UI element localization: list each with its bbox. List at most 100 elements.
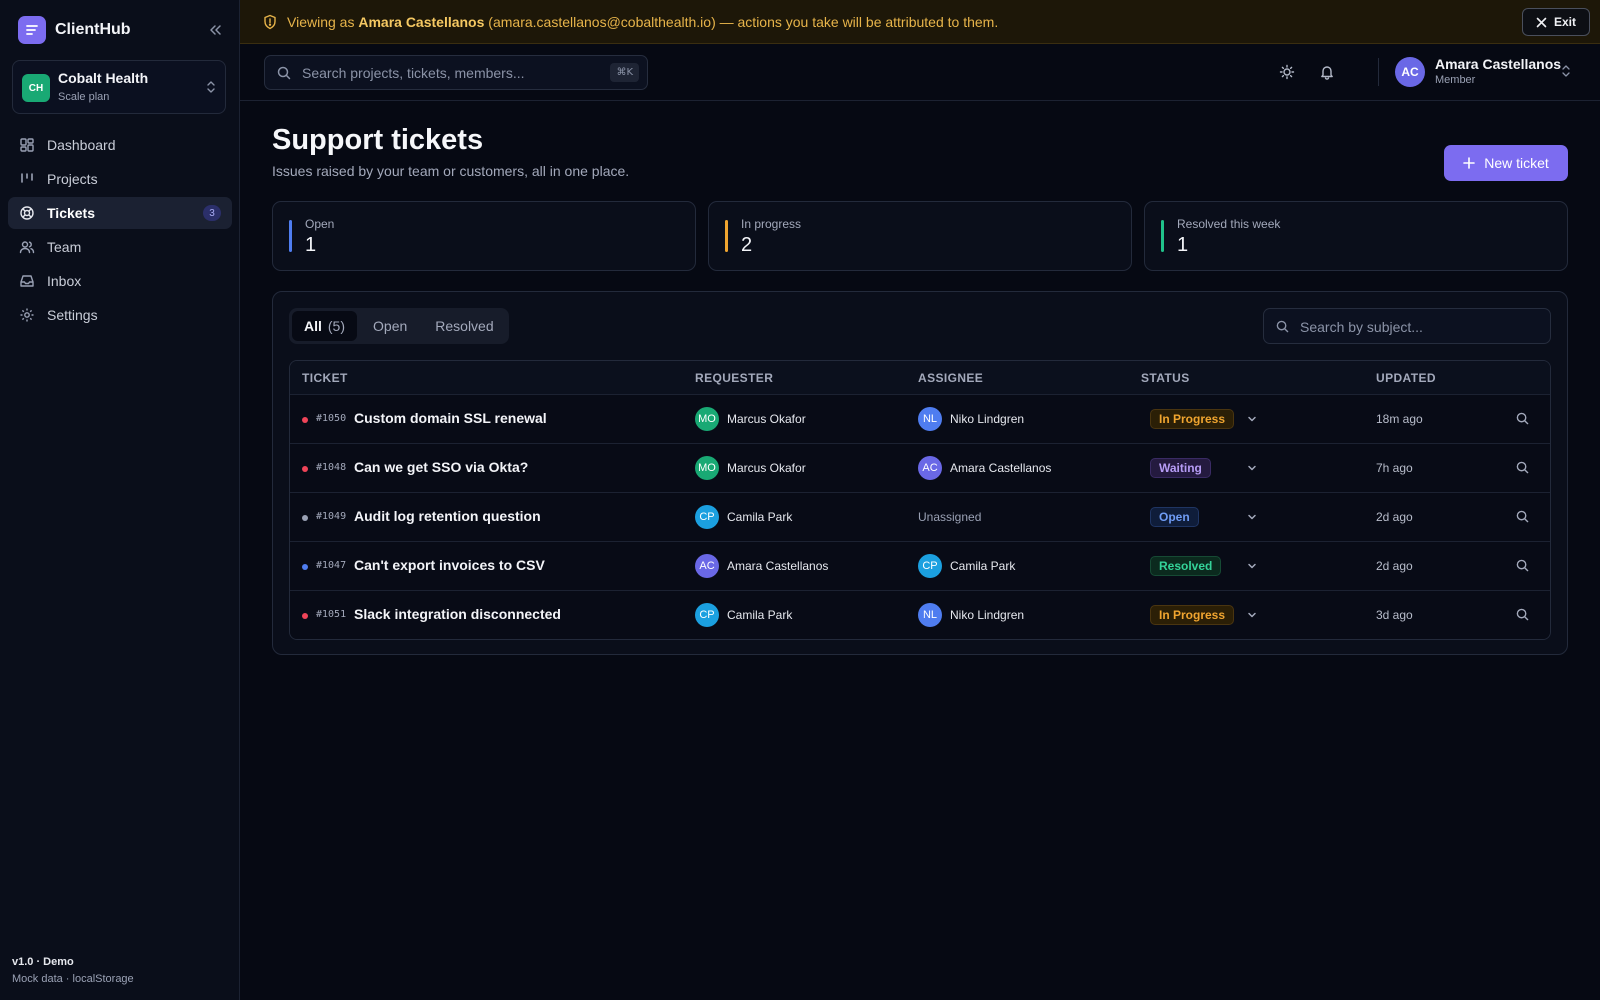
table-row[interactable]: #1048 Can we get SSO via Okta? MO Marcus Ok… xyxy=(290,443,1550,492)
priority-dot xyxy=(302,613,308,619)
table-row[interactable]: #1050 Custom domain SSL renewal MO Marcus O… xyxy=(290,394,1550,443)
search-icon[interactable] xyxy=(1516,608,1529,621)
table-row[interactable]: #1051 Slack integration disconnected CP Cam… xyxy=(290,590,1550,639)
stat-value: 1 xyxy=(305,234,317,256)
sidebar-item-inbox[interactable]: Inbox xyxy=(8,265,232,297)
header-divider xyxy=(1378,58,1379,86)
requester-name: Marcus Okafor xyxy=(727,412,806,426)
assignee: CP Camila Park xyxy=(918,554,1015,578)
ticket-subject[interactable]: Custom domain SSL renewal xyxy=(354,410,547,426)
column-header-assignee[interactable]: ASSIGNEE xyxy=(918,371,983,385)
table-header: TICKET REQUESTER ASSIGNEE STATUS UPDATED xyxy=(290,361,1550,394)
search-icon[interactable] xyxy=(1516,559,1529,572)
sidebar-item-label: Team xyxy=(47,239,82,255)
search-icon xyxy=(1276,320,1289,333)
requester-name: Camila Park xyxy=(727,608,793,622)
banner-user-name: Amara Castellanos xyxy=(358,14,485,30)
brand[interactable]: ClientHub xyxy=(18,16,131,44)
column-header-requester[interactable]: REQUESTER xyxy=(695,371,773,385)
sidebar-item-tickets[interactable]: Tickets 3 xyxy=(8,197,232,229)
shield-alert-icon xyxy=(263,14,277,30)
assignee: NL Niko Lindgren xyxy=(918,603,1024,627)
workspace-switcher[interactable]: CH Cobalt Health Scale plan xyxy=(12,60,226,114)
status-badge: In Progress xyxy=(1150,605,1235,625)
search-icon[interactable] xyxy=(1516,412,1529,425)
priority-dot xyxy=(302,564,308,570)
column-header-ticket[interactable]: TICKET xyxy=(302,371,348,385)
tab-open[interactable]: Open xyxy=(361,311,419,341)
status-badge: In Progress xyxy=(1150,409,1235,429)
ticket-subject[interactable]: Slack integration disconnected xyxy=(354,606,561,622)
tickets-table: TICKET REQUESTER ASSIGNEE STATUS UPDATED… xyxy=(289,360,1551,640)
requester-name: Amara Castellanos xyxy=(727,559,829,573)
chevron-down-icon[interactable] xyxy=(1246,462,1258,474)
avatar: CP xyxy=(695,603,719,627)
tab-count: (5) xyxy=(327,318,346,334)
ticket-id: #1048 xyxy=(316,462,347,473)
new-ticket-button[interactable]: New ticket xyxy=(1444,145,1568,181)
exit-impersonation-button[interactable]: Exit xyxy=(1522,8,1590,36)
tab-label: Open xyxy=(373,318,408,334)
app-version-note: Mock data · localStorage xyxy=(12,973,134,985)
workspace-name: Cobalt Health xyxy=(58,70,149,86)
user-role: Member xyxy=(1435,74,1476,86)
user-menu[interactable]: AC Amara Castellanos Member xyxy=(1395,52,1585,92)
table-row[interactable]: #1049 Audit log retention question CP Camil… xyxy=(290,492,1550,541)
stat-label: Resolved this week xyxy=(1177,217,1281,231)
sidebar-item-settings[interactable]: Settings xyxy=(8,299,232,331)
sidebar: ClientHub CH Cobalt Health Scale plan Da… xyxy=(0,0,240,1000)
banner-message: Viewing as Amara Castellanos (amara.cast… xyxy=(287,14,998,30)
assignee-name: Niko Lindgren xyxy=(950,412,1025,426)
subject-search-input[interactable]: Search by subject... xyxy=(1263,308,1551,344)
stat-accent-bar xyxy=(725,220,728,252)
chevron-down-icon[interactable] xyxy=(1246,413,1258,425)
tickets-panel: All (5) Open Resolved Search by subject.… xyxy=(272,291,1568,655)
stat-label: In progress xyxy=(741,217,802,231)
updated-time: 3d ago xyxy=(1376,608,1413,622)
sidebar-item-label: Settings xyxy=(47,307,98,323)
ticket-subject[interactable]: Can't export invoices to CSV xyxy=(354,557,545,573)
column-header-updated[interactable]: UPDATED xyxy=(1376,371,1436,385)
plus-icon xyxy=(1463,157,1476,169)
table-row[interactable]: #1047 Can't export invoices to CSV AC Amara… xyxy=(290,541,1550,590)
ticket-id: #1047 xyxy=(316,560,347,571)
global-search-input[interactable]: Search projects, tickets, members... ⌘K xyxy=(264,55,648,90)
assignee-name: Camila Park xyxy=(950,559,1016,573)
tickets-icon xyxy=(19,205,35,221)
assignee-name: Niko Lindgren xyxy=(950,608,1025,622)
sidebar-item-team[interactable]: Team xyxy=(8,231,232,263)
filter-tabs: All (5) Open Resolved xyxy=(289,308,509,344)
requester: MO Marcus Okafor xyxy=(695,407,806,431)
assignee-unassigned: Unassigned xyxy=(918,510,982,524)
tab-all[interactable]: All (5) xyxy=(292,311,358,341)
avatar: AC xyxy=(695,554,719,578)
app-version: v1.0 · Demo xyxy=(12,956,74,968)
avatar: NL xyxy=(918,407,942,431)
notifications-bell-icon[interactable] xyxy=(1317,62,1337,82)
avatar: NL xyxy=(918,603,942,627)
chevron-down-icon[interactable] xyxy=(1246,511,1258,523)
sidebar-item-projects[interactable]: Projects xyxy=(8,163,232,195)
column-header-status[interactable]: STATUS xyxy=(1141,371,1190,385)
page-subtitle: Issues raised by your team or customers,… xyxy=(272,163,630,179)
chevron-down-icon[interactable] xyxy=(1246,609,1258,621)
tab-resolved[interactable]: Resolved xyxy=(423,311,505,341)
search-placeholder: Search projects, tickets, members... xyxy=(302,65,525,81)
inbox-icon xyxy=(19,273,35,289)
stat-label: Open xyxy=(305,217,335,231)
theme-toggle-sun-icon[interactable] xyxy=(1277,62,1297,82)
sidebar-item-dashboard[interactable]: Dashboard xyxy=(8,129,232,161)
ticket-subject[interactable]: Can we get SSO via Okta? xyxy=(354,459,528,475)
ticket-subject[interactable]: Audit log retention question xyxy=(354,508,541,524)
stat-accent-bar xyxy=(289,220,292,252)
collapse-sidebar-icon[interactable] xyxy=(205,20,225,40)
search-icon[interactable] xyxy=(1516,510,1529,523)
app-logo-icon xyxy=(18,16,46,44)
user-name: Amara Castellanos xyxy=(1435,56,1562,72)
search-icon[interactable] xyxy=(1516,461,1529,474)
search-icon xyxy=(277,66,291,80)
chevron-down-icon[interactable] xyxy=(1246,560,1258,572)
priority-dot xyxy=(302,466,308,472)
status-badge: Waiting xyxy=(1150,458,1211,478)
status-badge: Resolved xyxy=(1150,556,1222,576)
